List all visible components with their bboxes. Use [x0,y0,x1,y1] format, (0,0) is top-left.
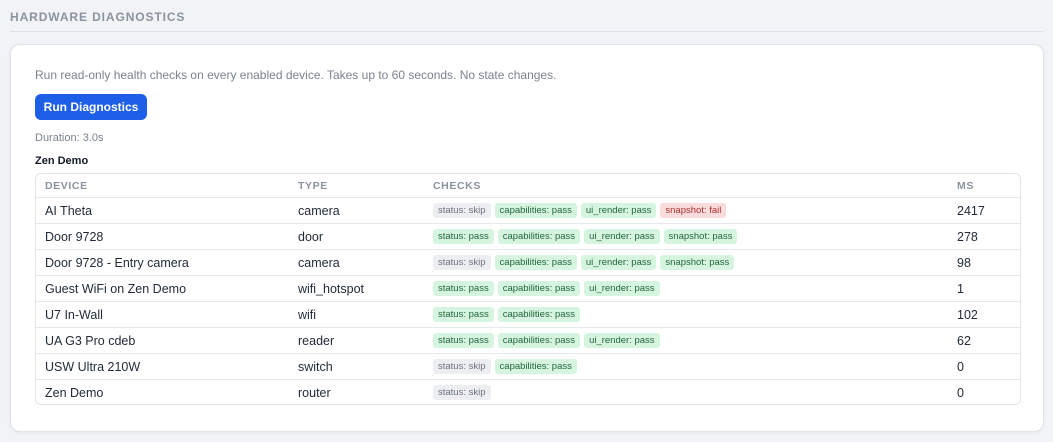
checks-list: status: pass capabilities: pass ui_render:… [433,281,660,296]
table-row: Guest WiFi on Zen Demo wifi_hotspot status… [36,276,1020,302]
check-badge-pass: ui_render: pass [580,255,657,270]
check-badge-pass: ui_render: pass [580,203,657,218]
device-type: router [298,386,331,400]
check-badge-fail: snapshot: fail [660,203,727,218]
device-type: door [298,230,324,244]
duration-ms: 0 [957,360,964,374]
duration-ms: 1 [957,282,964,296]
checks-list: status: pass capabilities: pass ui_render:… [433,333,660,348]
device-type: switch [298,360,333,374]
table-row: USW Ultra 210W switch status: skip capabili… [36,354,1020,380]
duration-ms: 2417 [957,204,985,218]
check-badge-pass: capabilities: pass [494,255,577,270]
duration-ms: 98 [957,256,971,270]
table-row: UA G3 Pro cdeb reader status: pass capabili… [36,328,1020,354]
checks-list: status: skip capabilities: pass ui_render:… [433,203,727,218]
device-type: reader [298,334,335,348]
device-name: UA G3 Pro cdeb [45,334,136,348]
check-badge-pass: capabilities: pass [494,203,577,218]
check-badge-pass: status: pass [433,281,494,296]
column-header-device: DEVICE [45,180,88,192]
checks-list: status: pass capabilities: pass [433,307,581,322]
check-badge-pass: capabilities: pass [497,333,581,348]
check-badge-pass: ui_render: pass [584,281,660,296]
section-title: HARDWARE DIAGNOSTICS [10,10,186,24]
duration-ms: 278 [957,230,978,244]
table-row: Door 9728 door status: pass capabilities: p… [36,224,1020,250]
device-name: U7 In-Wall [45,308,103,322]
checks-list: status: skip [433,385,491,400]
device-name: USW Ultra 210W [45,360,141,374]
column-header-ms: MS [957,180,974,192]
table-header: DEVICE TYPE CHECKS MS [36,174,1020,198]
device-type: wifi_hotspot [298,282,365,296]
duration-label: Duration: 3.0s [35,132,104,144]
column-header-type: TYPE [298,180,328,192]
checks-list: status: skip capabilities: pass [433,359,577,374]
table-row: U7 In-Wall wifi status: pass capabilities: … [36,302,1020,328]
device-type: wifi [298,308,317,322]
section-header: HARDWARE DIAGNOSTICS [10,0,1044,32]
check-badge-skip: status: skip [433,203,491,218]
check-badge-pass: ui_render: pass [584,333,660,348]
check-badge-pass: capabilities: pass [497,229,581,244]
table-row: Zen Demo router status: skip 0 [36,380,1020,404]
diagnostics-description: Run read-only health checks on every ena… [35,68,557,82]
check-badge-pass: capabilities: pass [494,359,577,374]
column-header-checks: CHECKS [433,180,481,192]
check-badge-pass: capabilities: pass [497,281,581,296]
device-name: Zen Demo [45,386,104,400]
table-row: Door 9728 - Entry camera camera status: sk… [36,250,1020,276]
duration-ms: 62 [957,334,971,348]
check-badge-pass: status: pass [433,307,494,322]
run-diagnostics-button[interactable]: Run Diagnostics [35,94,147,120]
device-name: Door 9728 - Entry camera [45,256,189,270]
check-badge-pass: ui_render: pass [584,229,660,244]
check-badge-skip: status: skip [433,255,491,270]
duration-ms: 0 [957,386,964,400]
device-name: AI Theta [45,204,93,218]
diagnostics-table: DEVICE TYPE CHECKS MS AI Theta camera stat… [35,173,1021,405]
device-name: Door 9728 [45,230,104,244]
check-badge-pass: status: pass [433,333,494,348]
device-name: Guest WiFi on Zen Demo [45,282,187,296]
group-title: Zen Demo [35,155,89,167]
check-badge-pass: status: pass [433,229,494,244]
check-badge-skip: status: skip [433,385,491,400]
device-type: camera [298,204,340,218]
table-row: AI Theta camera status: skip capabilities: … [36,198,1020,224]
device-type: camera [298,256,340,270]
check-badge-skip: status: skip [433,359,491,374]
checks-list: status: skip capabilities: pass ui_render:… [433,255,735,270]
check-badge-pass: snapshot: pass [660,255,735,270]
checks-list: status: pass capabilities: pass ui_render:… [433,229,738,244]
check-badge-pass: snapshot: pass [663,229,738,244]
duration-ms: 102 [957,308,978,322]
diagnostics-card: Run read-only health checks on every ena… [10,44,1044,432]
check-badge-pass: capabilities: pass [497,307,581,322]
